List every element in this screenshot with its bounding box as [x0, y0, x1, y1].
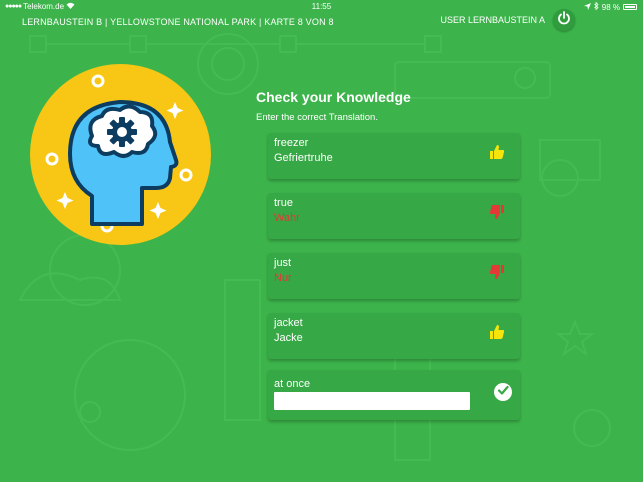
translation-input[interactable] — [274, 392, 470, 410]
check-icon — [497, 383, 509, 401]
location-arrow-icon — [583, 2, 591, 12]
card-word: jacket — [274, 317, 303, 329]
breadcrumb: LERNBAUSTEIN B | YELLOWSTONE NATIONAL PA… — [22, 17, 334, 27]
card-word: just — [274, 257, 292, 269]
answer-card: jacket Jacke — [268, 313, 520, 359]
card-answer: Wahr — [274, 212, 300, 224]
answer-card: just Nur — [268, 253, 520, 299]
submit-answer-button[interactable] — [494, 383, 512, 401]
card-answer: Jacke — [274, 332, 303, 344]
thumbs-up-icon — [488, 323, 506, 341]
status-time: 11:55 — [311, 2, 332, 11]
thumbs-down-icon — [488, 263, 506, 281]
user-label: USER LERNBAUSTEIN A — [440, 15, 545, 25]
answer-card: true Wahr — [268, 193, 520, 239]
card-answer: Gefriertruhe — [274, 152, 333, 164]
answer-card: freezer Gefriertruhe — [268, 133, 520, 179]
logout-button[interactable] — [553, 9, 575, 31]
page-title: Check your Knowledge — [256, 89, 411, 105]
power-icon — [557, 10, 571, 30]
battery-percent: 98 % — [601, 2, 620, 12]
translation-card: at once — [268, 370, 520, 420]
thumbs-up-icon — [488, 143, 506, 161]
thumbs-down-icon — [488, 203, 506, 221]
status-bar: ●●●●● Telekom.de 11:55 98 % — [0, 0, 643, 14]
card-word: freezer — [274, 137, 309, 149]
brain-gear-head-icon — [30, 64, 211, 245]
card-word: true — [274, 197, 293, 209]
bluetooth-icon — [593, 1, 599, 12]
instructions: Enter the correct Translation. — [256, 112, 378, 123]
card-answer: Nur — [274, 272, 292, 284]
battery-icon — [623, 4, 637, 10]
card-word: at once — [274, 378, 311, 390]
